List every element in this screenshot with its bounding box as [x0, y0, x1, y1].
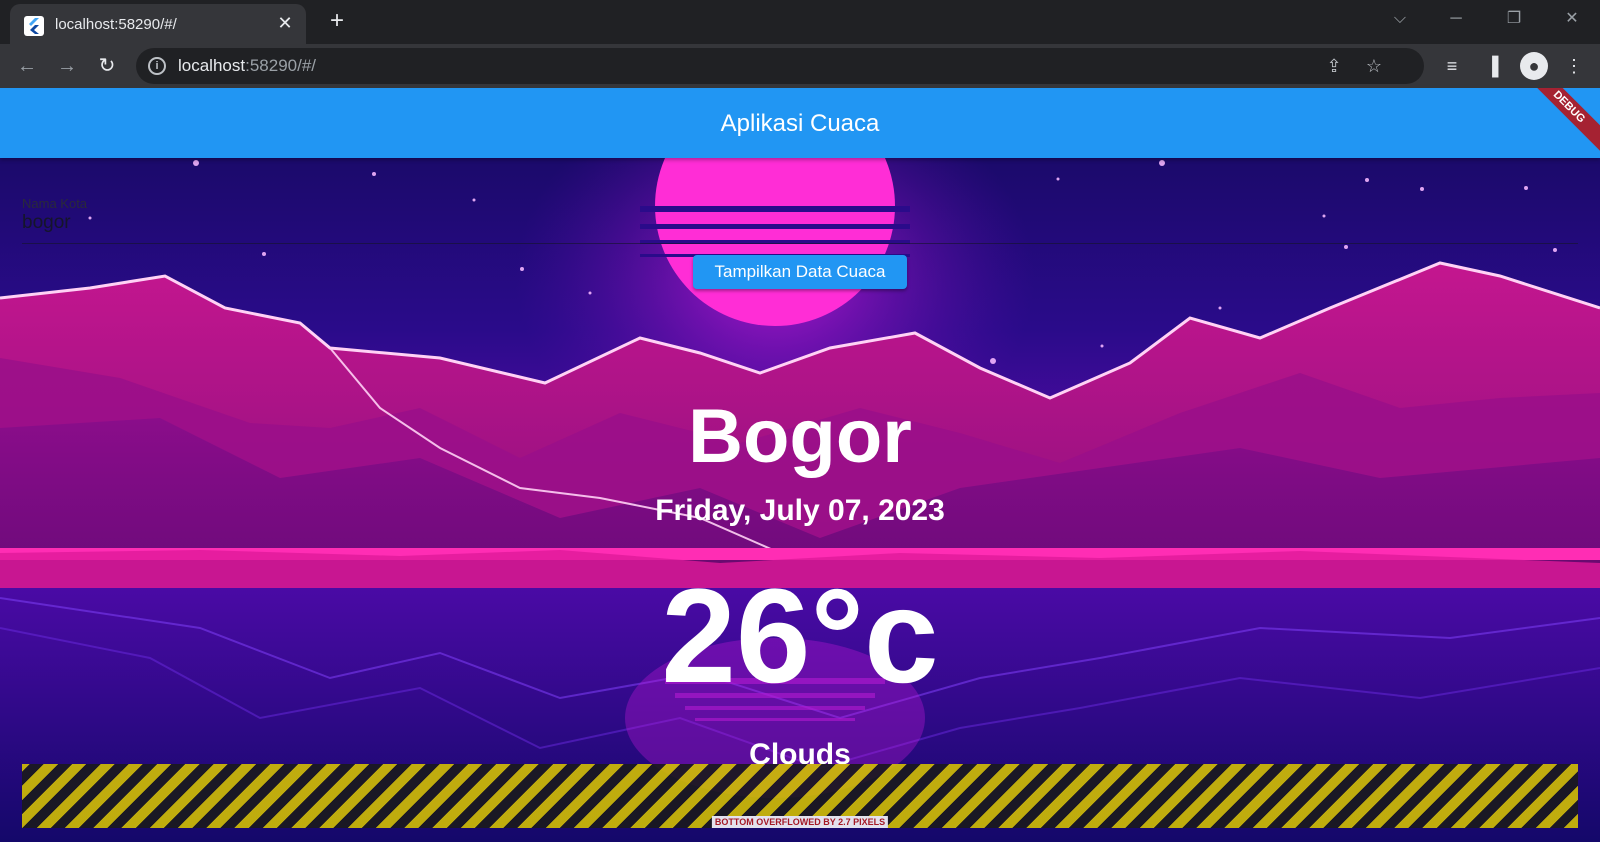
city-input-value[interactable]: bogor	[22, 212, 71, 234]
site-info-icon[interactable]: i	[148, 57, 166, 75]
url-text[interactable]: localhost:58290/#/	[178, 56, 316, 76]
minimize-icon[interactable]: ─	[1436, 6, 1476, 32]
back-icon[interactable]: ←	[12, 51, 42, 81]
menu-kebab-icon[interactable]: ⋮	[1562, 54, 1586, 78]
bookmark-star-icon[interactable]: ☆	[1362, 54, 1386, 78]
browser-toolbar: ← → ↻ i localhost:58290/#/ ⇪ ☆ ≡ ▐ ● ⋮	[0, 44, 1600, 88]
media-controls-icon[interactable]: ≡	[1440, 54, 1464, 78]
overflow-warning-text: BOTTOM OVERFLOWED BY 2.7 PIXELS	[711, 816, 889, 828]
side-panel-icon[interactable]: ▐	[1480, 54, 1504, 78]
city-input-label: Nama Kota	[22, 196, 88, 211]
weather-temperature: 26°c	[661, 562, 939, 711]
city-input-field[interactable]: Nama Kota bogor	[22, 192, 1578, 244]
new-tab-button[interactable]: +	[324, 9, 350, 35]
profile-avatar-icon[interactable]: ●	[1520, 52, 1548, 80]
app-bar: Aplikasi Cuaca	[0, 88, 1600, 158]
tab-title: localhost:58290/#/	[55, 16, 177, 33]
browser-tabbar: localhost:58290/#/ ✕ + ⌵ ─ ❐ ✕	[0, 0, 1600, 44]
share-icon[interactable]: ⇪	[1322, 54, 1346, 78]
app-title: Aplikasi Cuaca	[720, 110, 880, 137]
flutter-app: Aplikasi Cuaca DEBUG Nama Kota bogor Tam…	[0, 88, 1600, 842]
weather-city-name: Bogor	[688, 394, 912, 479]
forward-icon[interactable]: →	[52, 51, 82, 81]
flutter-icon	[24, 16, 44, 36]
restore-icon[interactable]: ❐	[1494, 6, 1534, 32]
tab-close-icon[interactable]: ✕	[274, 12, 296, 34]
background-scene: Nama Kota bogor Tampilkan Data Cuaca Bog…	[0, 158, 1600, 842]
weather-date: Friday, July 07, 2023	[655, 494, 945, 527]
tab-search-icon[interactable]: ⌵	[1380, 6, 1420, 32]
overflow-warning-stripes: BOTTOM OVERFLOWED BY 2.7 PIXELS	[22, 764, 1578, 828]
reload-icon[interactable]: ↻	[92, 51, 122, 81]
show-weather-button[interactable]: Tampilkan Data Cuaca	[693, 255, 907, 289]
address-bar[interactable]: i localhost:58290/#/ ⇪ ☆	[136, 48, 1424, 84]
close-window-icon[interactable]: ✕	[1552, 6, 1592, 32]
browser-tab[interactable]: localhost:58290/#/ ✕	[10, 4, 306, 44]
